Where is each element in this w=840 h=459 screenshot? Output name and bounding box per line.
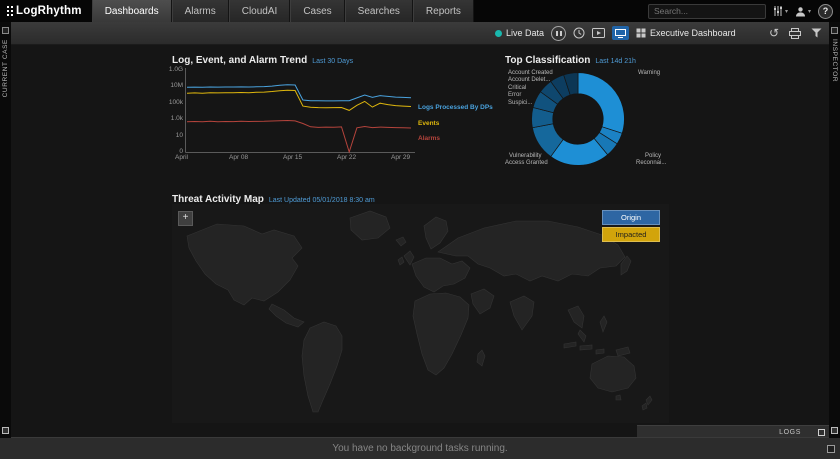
dashboard-toolbar: Live Data Executive Dashboard ↺ xyxy=(11,22,829,45)
donut-label: Account Delet... xyxy=(508,77,550,83)
inspector-rail: INSPECTOR xyxy=(829,22,840,438)
toolbar-right-controls: ↺ xyxy=(769,22,822,44)
tab-cloudai[interactable]: CloudAI xyxy=(229,0,291,22)
status-message: You have no background tasks running. xyxy=(332,443,507,454)
trend-panel-range: Last 30 Days xyxy=(312,58,353,65)
history-clock-icon[interactable] xyxy=(573,27,585,39)
tab-searches[interactable]: Searches xyxy=(345,0,413,22)
expand-logs-icon[interactable] xyxy=(818,429,825,436)
donut-label: Warning xyxy=(638,70,660,76)
live-data-toggle[interactable]: Live Data xyxy=(495,28,544,38)
chevron-down-icon: ▾ xyxy=(785,8,788,15)
map-updated: Last Updated 05/01/2018 8:30 am xyxy=(269,197,375,204)
x-axis-tick: Apr 15 xyxy=(283,154,302,161)
logrhythm-logo-icon xyxy=(7,6,9,8)
pause-icon[interactable] xyxy=(551,26,566,41)
x-axis-tick: Apr 29 xyxy=(391,154,410,161)
tab-dashboards[interactable]: Dashboards xyxy=(92,0,172,22)
case-panel-icon[interactable] xyxy=(2,27,9,34)
series-label-alarms: Alarms xyxy=(418,135,440,142)
inspector-panel-icon[interactable] xyxy=(831,27,838,34)
x-axis-tick: Apr 22 xyxy=(337,154,356,161)
current-case-tab[interactable]: CURRENT CASE xyxy=(2,39,9,97)
donut-label: Policy xyxy=(645,153,661,159)
y-axis-tick: 1.0k xyxy=(165,115,183,122)
series-label-events: Events xyxy=(418,120,439,127)
top-navigation-bar: LogRhythm Dashboards Alarms CloudAI Case… xyxy=(0,0,840,22)
y-axis-tick: 10 xyxy=(165,132,183,139)
threat-map-panel: Threat Activity MapLast Updated 05/01/20… xyxy=(172,189,669,423)
filter-icon[interactable] xyxy=(811,28,822,38)
world-map[interactable] xyxy=(172,204,669,423)
threat-map[interactable]: + Origin Impacted xyxy=(172,204,669,423)
trend-panel-title: Log, Event, and Alarm Trend xyxy=(172,55,307,66)
tab-reports[interactable]: Reports xyxy=(413,0,474,22)
search-input[interactable] xyxy=(648,4,766,19)
classification-panel: Top ClassificationLast 14d 21h Account C… xyxy=(505,50,677,190)
expand-left-panel-icon[interactable] xyxy=(2,427,9,434)
donut-label: Suspici... xyxy=(508,100,532,106)
status-bar: You have no background tasks running. xyxy=(0,437,840,459)
tab-cases[interactable]: Cases xyxy=(290,0,344,22)
trend-line-chart xyxy=(185,66,417,158)
x-axis-tick: Apr 08 xyxy=(229,154,248,161)
expand-right-panel-icon[interactable] xyxy=(831,427,838,434)
legend-impacted-button[interactable]: Impacted xyxy=(602,227,660,242)
dashboard-selector-label: Executive Dashboard xyxy=(650,28,736,38)
trend-chart-panel: Log, Event, and Alarm TrendLast 30 Days … xyxy=(172,50,512,172)
monitor-view-icon[interactable] xyxy=(612,26,629,40)
undo-icon[interactable]: ↺ xyxy=(769,27,779,39)
print-icon[interactable] xyxy=(789,28,801,39)
donut-label: Account Created xyxy=(508,70,553,76)
column-settings-icon[interactable]: ▾ xyxy=(773,6,788,16)
series-label-logs: Logs Processed By DPs xyxy=(418,104,493,111)
logs-tab-label: LOGS xyxy=(779,429,801,436)
x-axis-tick: April xyxy=(175,154,188,161)
donut-label: Vulnerability xyxy=(509,153,541,159)
logo-text: LogRhythm xyxy=(16,5,82,17)
map-zoom-in-button[interactable]: + xyxy=(178,211,193,226)
expand-status-icon[interactable] xyxy=(827,445,835,453)
legend-origin-button[interactable]: Origin xyxy=(602,210,660,225)
chevron-down-icon: ▾ xyxy=(808,8,811,15)
live-data-indicator-icon xyxy=(495,30,502,37)
toolbar-center-controls: Live Data Executive Dashboard xyxy=(495,22,736,44)
live-data-label: Live Data xyxy=(506,28,544,38)
presentation-icon[interactable] xyxy=(592,28,605,39)
tab-alarms[interactable]: Alarms xyxy=(172,0,229,22)
current-case-rail: CURRENT CASE xyxy=(0,22,11,438)
grid-icon xyxy=(636,28,646,38)
y-axis-tick: 10M xyxy=(165,82,183,89)
map-legend: Origin Impacted xyxy=(602,210,660,244)
donut-label: Reconnai... xyxy=(636,160,666,166)
y-axis-tick: 100k xyxy=(165,99,183,106)
user-menu-icon[interactable]: ▾ xyxy=(795,6,811,17)
help-icon[interactable]: ? xyxy=(818,4,833,19)
donut-label: Critical xyxy=(508,85,526,91)
main-nav-tabs: Dashboards Alarms CloudAI Cases Searches… xyxy=(92,0,474,22)
donut-label: Access Granted xyxy=(505,160,548,166)
y-axis-tick: 1.0G xyxy=(165,66,183,73)
dashboard-selector[interactable]: Executive Dashboard xyxy=(636,28,736,38)
topbar-right-controls: ▾ ▾ ? xyxy=(648,0,840,22)
logrhythm-logo: LogRhythm xyxy=(0,0,92,22)
donut-label: Error xyxy=(508,92,521,98)
inspector-tab[interactable]: INSPECTOR xyxy=(831,39,838,82)
